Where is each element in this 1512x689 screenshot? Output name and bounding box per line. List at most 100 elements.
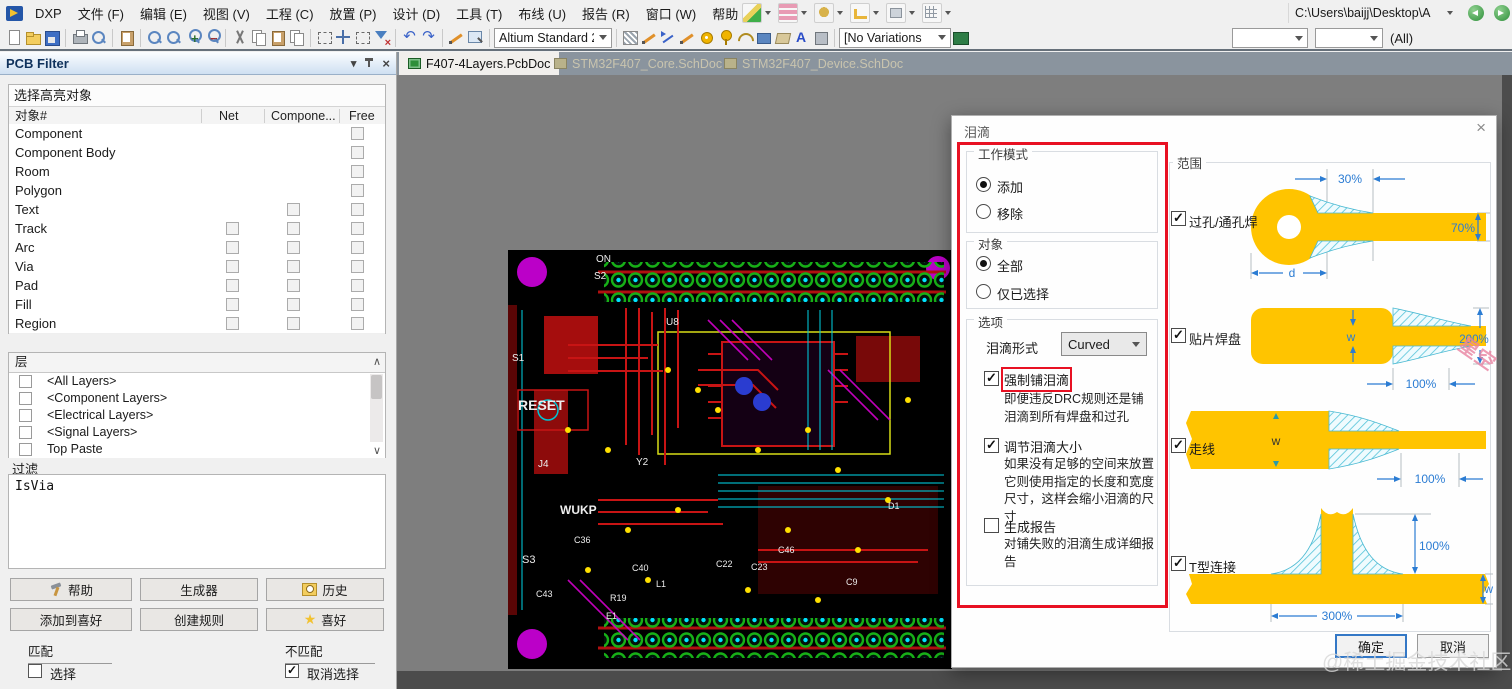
net-checkbox[interactable] <box>226 298 239 311</box>
clear-filter-icon[interactable] <box>372 28 391 49</box>
free-checkbox[interactable] <box>351 184 364 197</box>
dialog-close-icon[interactable]: × <box>1476 119 1486 136</box>
force-teardrop-checkbox[interactable] <box>984 370 999 386</box>
no-match-deselect-checkbox[interactable] <box>285 663 299 678</box>
menu-project[interactable]: 工程 (C) <box>258 0 322 27</box>
dimension-icon[interactable] <box>850 3 870 23</box>
table-row[interactable]: Room <box>9 162 385 182</box>
new-document-icon[interactable] <box>4 28 23 47</box>
zoom-out-icon[interactable] <box>202 28 221 47</box>
panel-pin-icon[interactable] <box>365 58 374 68</box>
layer-checkbox[interactable] <box>19 409 32 422</box>
table-row[interactable]: Polygon <box>9 181 385 201</box>
hatch-region-icon[interactable] <box>621 28 640 47</box>
redo-icon[interactable]: ↷ <box>419 28 438 47</box>
net-checkbox[interactable] <box>226 222 239 235</box>
table-row[interactable]: Region <box>9 314 385 334</box>
objects-selected-radio[interactable] <box>976 284 991 299</box>
tab-pcbdoc[interactable]: F407-4Layers.PcbDoc <box>399 52 560 75</box>
scope-smd-checkbox[interactable] <box>1171 327 1186 343</box>
deselect-icon[interactable] <box>353 28 372 47</box>
free-checkbox[interactable] <box>351 222 364 235</box>
teardrop-style-dropdown[interactable]: Curved <box>1061 332 1147 356</box>
interactive-route-icon[interactable] <box>659 28 678 47</box>
scope-combo[interactable]: (All) <box>1390 31 1413 46</box>
help-button[interactable]: 帮助 <box>10 578 132 601</box>
layer-stack-icon[interactable] <box>778 3 798 23</box>
menu-dxp[interactable]: DXP <box>27 2 70 25</box>
table-row[interactable]: Component <box>9 124 385 144</box>
paste-array-icon[interactable] <box>287 28 306 47</box>
place-pad-icon[interactable] <box>697 28 716 47</box>
net-checkbox[interactable] <box>226 241 239 254</box>
component-checkbox[interactable] <box>287 317 300 330</box>
select-area-icon[interactable] <box>315 28 334 47</box>
open-document-icon[interactable] <box>23 28 42 47</box>
layer-item[interactable]: <All Layers> <box>9 373 385 390</box>
dropdown-caret-icon[interactable] <box>837 11 843 15</box>
layer-item[interactable]: <Signal Layers> <box>9 424 385 441</box>
objects-all-radio[interactable] <box>976 256 991 271</box>
scope-tee-label[interactable]: T型连接 <box>1189 557 1236 576</box>
layer-item[interactable]: <Electrical Layers> <box>9 407 385 424</box>
table-row[interactable]: Text <box>9 200 385 220</box>
free-checkbox[interactable] <box>351 260 364 273</box>
filter-expression-input[interactable]: IsVia <box>8 474 386 569</box>
free-checkbox[interactable] <box>351 298 364 311</box>
place-arc-icon[interactable] <box>735 28 754 47</box>
cross-probe-icon[interactable] <box>466 28 485 47</box>
create-rule-button[interactable]: 创建规则 <box>140 608 258 631</box>
menu-view[interactable]: 视图 (V) <box>195 0 258 27</box>
adjust-size-checkbox[interactable] <box>984 437 999 453</box>
dropdown-caret-icon[interactable] <box>873 11 879 15</box>
scope-tee-checkbox[interactable] <box>1171 555 1186 571</box>
panels-icon[interactable] <box>117 28 136 47</box>
dialog-title[interactable]: 泪滴 <box>964 122 990 141</box>
component-checkbox[interactable] <box>287 203 300 216</box>
table-row[interactable]: Arc <box>9 238 385 258</box>
net-checkbox[interactable] <box>226 279 239 292</box>
filter-combo-2[interactable] <box>1315 28 1383 48</box>
canvas-vscrollbar[interactable] <box>1502 75 1512 689</box>
free-checkbox[interactable] <box>351 203 364 216</box>
favorites-button[interactable]: ★ 喜好 <box>266 608 384 631</box>
free-checkbox[interactable] <box>351 146 364 159</box>
filter-combo-1[interactable] <box>1232 28 1308 48</box>
scope-track-checkbox[interactable] <box>1171 437 1186 453</box>
layer-item[interactable]: Top Paste <box>9 441 385 458</box>
dropdown-caret-icon[interactable] <box>801 11 807 15</box>
panel-close-icon[interactable]: × <box>382 56 390 71</box>
grid-icon[interactable] <box>922 3 942 23</box>
move-object-icon[interactable] <box>334 28 353 47</box>
save-document-icon[interactable] <box>42 28 61 47</box>
add-favorite-button[interactable]: 添加到喜好 <box>10 608 132 631</box>
objects-selected-label[interactable]: 仅已选择 <box>997 284 1049 303</box>
panel-header[interactable]: PCB Filter ▾ × <box>0 52 396 75</box>
force-teardrop-label[interactable]: 强制铺泪滴 <box>1000 367 1073 392</box>
zoom-in-icon[interactable] <box>183 28 202 47</box>
menu-window[interactable]: 窗口 (W) <box>638 0 705 27</box>
menu-edit[interactable]: 编辑 (E) <box>132 0 195 27</box>
print-preview-icon[interactable] <box>89 28 108 47</box>
component-checkbox[interactable] <box>287 298 300 311</box>
layer-checkbox[interactable] <box>19 426 32 439</box>
component-checkbox[interactable] <box>287 279 300 292</box>
component-checkbox[interactable] <box>287 241 300 254</box>
place-string-icon[interactable] <box>792 28 811 47</box>
menu-route[interactable]: 布线 (U) <box>510 0 574 27</box>
layer-checkbox[interactable] <box>19 443 32 456</box>
objects-all-label[interactable]: 全部 <box>997 256 1023 275</box>
scroll-up-icon[interactable]: ∧ <box>373 353 381 372</box>
room-icon[interactable] <box>886 3 906 23</box>
tab-schdoc-core[interactable]: STM32F407_Core.SchDoc <box>545 52 731 75</box>
scope-via-checkbox[interactable] <box>1171 210 1186 226</box>
interactive-routing-icon[interactable] <box>742 3 762 23</box>
mode-remove-radio[interactable] <box>976 204 991 219</box>
zoom-document-icon[interactable] <box>164 28 183 47</box>
undo-icon[interactable]: ↶ <box>400 28 419 47</box>
net-checkbox[interactable] <box>226 260 239 273</box>
copy-icon[interactable] <box>249 28 268 47</box>
table-row[interactable]: Fill <box>9 295 385 315</box>
adjust-size-label[interactable]: 调节泪滴大小 <box>1004 437 1082 456</box>
scroll-down-icon[interactable]: ∨ <box>373 444 381 457</box>
